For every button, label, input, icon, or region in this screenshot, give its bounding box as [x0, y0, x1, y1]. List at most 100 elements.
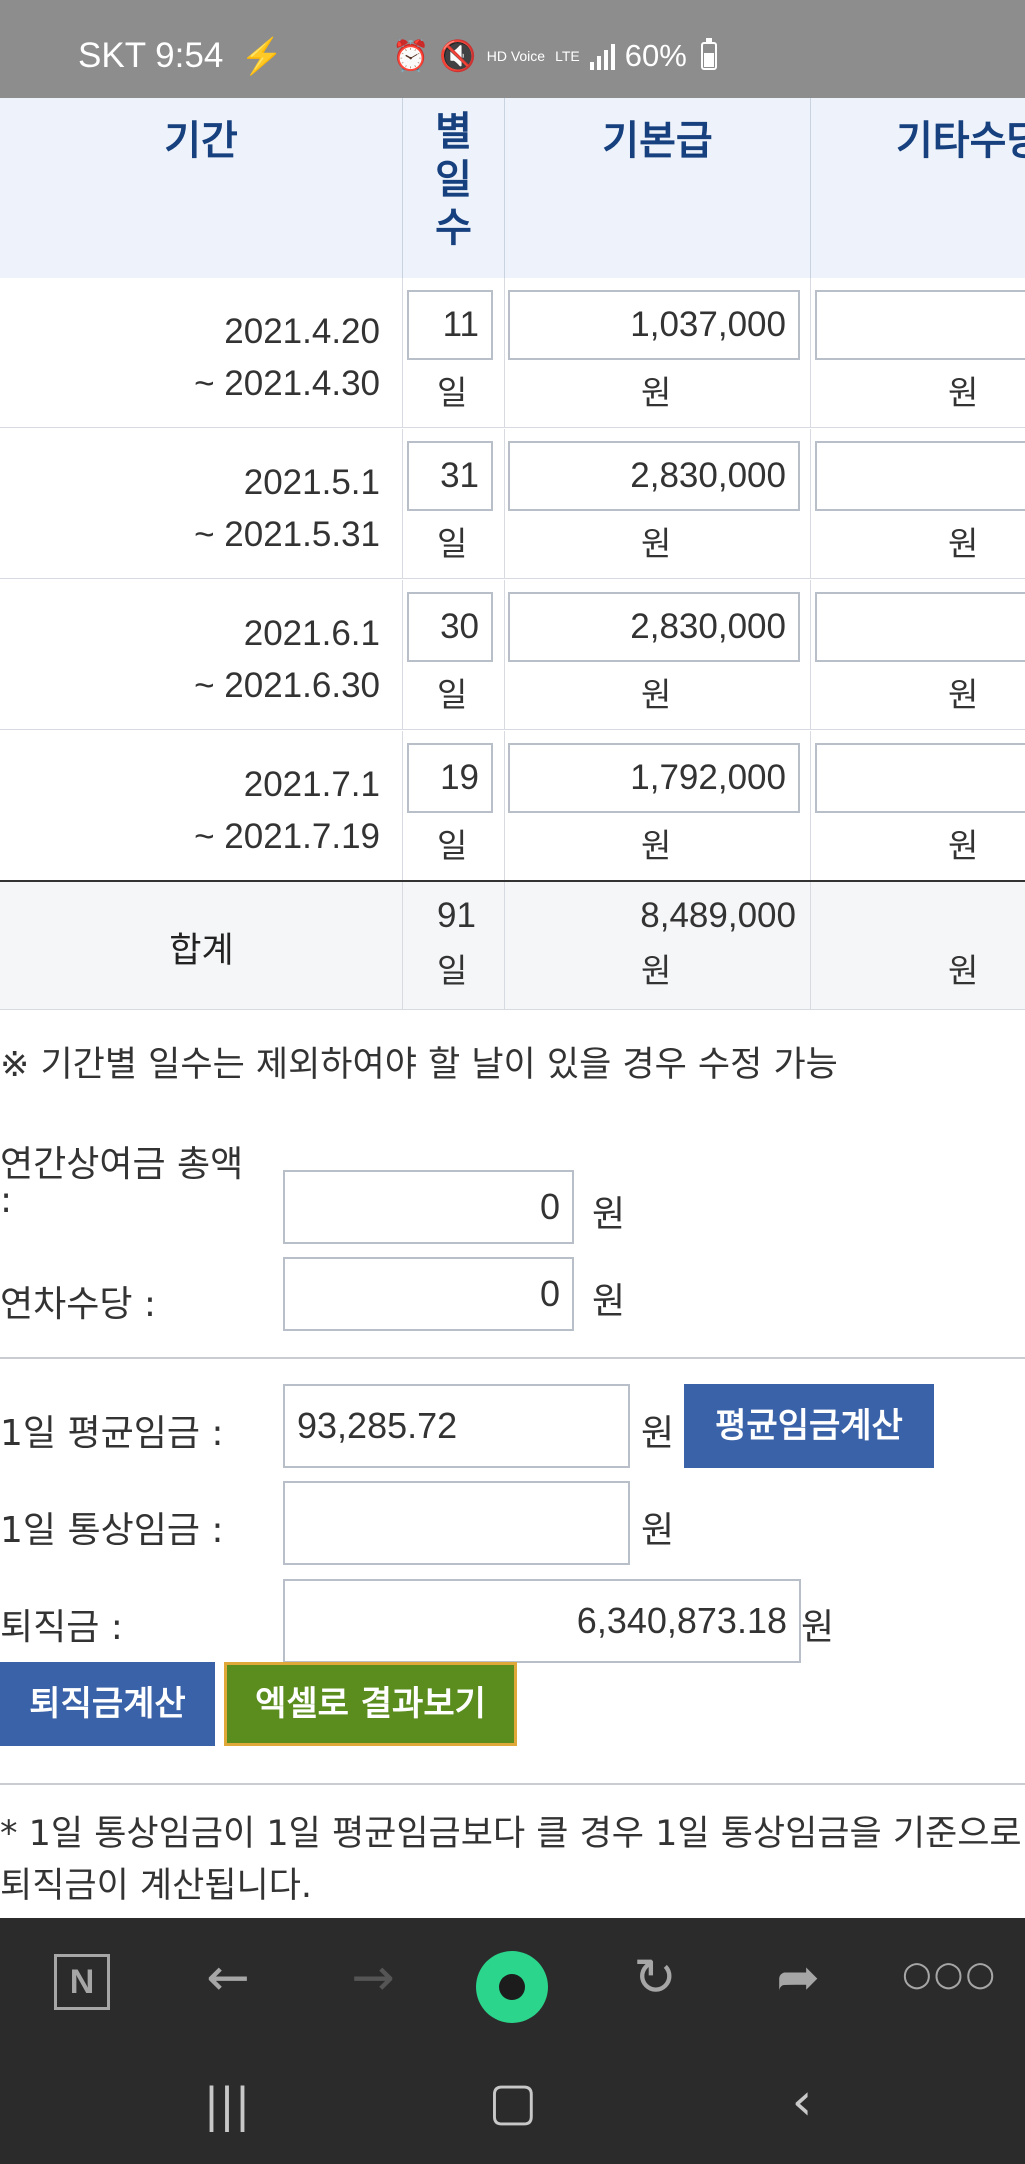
- footnote-line-2: 퇴직금이 계산됩니다.: [0, 1866, 313, 1906]
- base-unit: 원: [641, 524, 672, 563]
- browser-toolbar: N ← → ↻ ➦ ○○○: [0, 1918, 1025, 2048]
- other-unit: 원: [948, 524, 979, 563]
- period-cell: 2021.7.1 ~ 2021.7.19: [0, 731, 403, 881]
- total-other-cell: 원: [811, 882, 1025, 1009]
- severance-unit: 원: [801, 1607, 835, 1648]
- other-allowance-input[interactable]: [815, 592, 1025, 662]
- period-cell: 2021.5.1 ~ 2021.5.31: [0, 429, 403, 578]
- other-cell: 원: [811, 580, 1025, 729]
- period-start: 2021.7.1: [243, 765, 380, 804]
- days-unit: 일: [437, 373, 468, 412]
- nav-back-icon[interactable]: ‹: [752, 2072, 852, 2132]
- days-cell: 19 일: [403, 731, 505, 881]
- base-cell: 1,037,000 원: [505, 278, 811, 427]
- status-bar: SKT 9:54 ⚡ ⏰ 🔇 HD Voice LTE 60%: [0, 0, 1025, 98]
- total-days: 91: [437, 896, 476, 935]
- days-input[interactable]: 11: [407, 290, 493, 360]
- other-allowance-input[interactable]: [815, 290, 1025, 360]
- table-row: 2021.5.1 ~ 2021.5.31 31 일 2,830,000 원 원: [0, 429, 1025, 579]
- battery-percent: 60%: [624, 38, 687, 73]
- period-end: ~ 2021.4.30: [194, 364, 380, 403]
- days-input[interactable]: 31: [407, 441, 493, 511]
- annual-leave-input[interactable]: 0: [283, 1257, 574, 1331]
- excel-result-button[interactable]: 엑셀로 결과보기: [224, 1662, 517, 1746]
- charging-icon: ⚡: [240, 37, 284, 76]
- more-icon[interactable]: ○○○: [902, 1954, 995, 1994]
- period-start: 2021.5.1: [243, 463, 380, 502]
- section-divider: [0, 1357, 1025, 1359]
- wage-table: 기간 별 일 수 기본급 기타수당 2021.4.20 ~ 2021.4.30 …: [0, 98, 1025, 1010]
- other-unit: 원: [948, 373, 979, 412]
- lte-icon: LTE: [555, 48, 580, 64]
- avg-wage-label: 1일 평균임금 :: [0, 1413, 224, 1454]
- days-unit: 일: [437, 826, 468, 865]
- base-unit: 원: [641, 373, 672, 412]
- recent-apps-icon[interactable]: |||: [177, 2078, 277, 2132]
- severance-calc-button[interactable]: 퇴직금계산: [0, 1662, 215, 1746]
- total-base: 8,489,000: [640, 896, 796, 935]
- header-base-pay: 기본급: [505, 98, 811, 278]
- bonus-unit: 원: [592, 1194, 626, 1235]
- alarm-icon: ⏰: [392, 39, 430, 73]
- forward-arrow-icon[interactable]: →: [333, 1948, 413, 2008]
- mute-icon: 🔇: [439, 39, 477, 73]
- naver-home-icon[interactable]: N: [54, 1954, 110, 2010]
- footnote-line-1: * 1일 통상임금이 1일 평균임금보다 클 경우 1일 통상임금을 기준으로: [0, 1814, 1022, 1854]
- total-label: 합계: [169, 931, 234, 971]
- hd-voice-icon: HD Voice: [486, 48, 546, 64]
- period-cell: 2021.6.1 ~ 2021.6.30: [0, 580, 403, 729]
- other-cell: 원: [811, 731, 1025, 881]
- base-pay-input[interactable]: 2,830,000: [508, 592, 800, 662]
- total-days-unit: 일: [437, 951, 468, 990]
- avg-wage-calc-button[interactable]: 평균임금계산: [684, 1384, 934, 1468]
- header-days: 별 일 수: [403, 98, 505, 278]
- back-arrow-icon[interactable]: ←: [188, 1948, 268, 2008]
- home-icon[interactable]: ▢: [463, 2072, 563, 2132]
- other-allowance-input[interactable]: [815, 743, 1025, 813]
- other-unit: 원: [948, 826, 979, 865]
- other-unit: 원: [948, 675, 979, 714]
- status-icons: ⏰ 🔇 HD Voice LTE 60%: [392, 38, 717, 74]
- green-dot-icon[interactable]: [476, 1951, 548, 2023]
- base-pay-input[interactable]: 1,792,000: [508, 743, 800, 813]
- avg-wage-input[interactable]: 93,285.72: [283, 1384, 630, 1468]
- period-start: 2021.4.20: [224, 312, 380, 351]
- severance-output[interactable]: 6,340,873.18: [283, 1579, 801, 1663]
- ordinary-wage-input[interactable]: [283, 1481, 630, 1565]
- days-input[interactable]: 30: [407, 592, 493, 662]
- total-label-cell: 합계: [0, 882, 403, 1009]
- days-cell: 31 일: [403, 429, 505, 578]
- ordinary-wage-unit: 원: [641, 1510, 675, 1551]
- total-base-cell: 8,489,000 원: [505, 882, 811, 1009]
- severance-label: 퇴직금 :: [0, 1607, 123, 1648]
- days-input[interactable]: 19: [407, 743, 493, 813]
- days-note: ※ 기간별 일수는 제외하여야 할 날이 있을 경우 수정 가능: [0, 1045, 838, 1085]
- table-row: 2021.6.1 ~ 2021.6.30 30 일 2,830,000 원 원: [0, 580, 1025, 730]
- period-end: ~ 2021.7.19: [194, 817, 380, 856]
- base-pay-input[interactable]: 2,830,000: [508, 441, 800, 511]
- header-other-allowance: 기타수당: [811, 98, 1025, 278]
- bonus-input[interactable]: 0: [283, 1170, 574, 1244]
- avg-wage-unit: 원: [641, 1413, 675, 1454]
- share-icon[interactable]: ➦: [758, 1948, 838, 2008]
- other-cell: 원: [811, 278, 1025, 427]
- period-cell: 2021.4.20 ~ 2021.4.30: [0, 278, 403, 427]
- total-base-unit: 원: [641, 951, 672, 990]
- annual-leave-unit: 원: [592, 1281, 626, 1322]
- total-other-unit: 원: [948, 951, 979, 990]
- table-row: 2021.4.20 ~ 2021.4.30 11 일 1,037,000 원 원: [0, 278, 1025, 428]
- signal-icon: [589, 42, 615, 70]
- base-cell: 2,830,000 원: [505, 580, 811, 729]
- base-pay-input[interactable]: 1,037,000: [508, 290, 800, 360]
- base-unit: 원: [641, 826, 672, 865]
- battery-icon: [700, 38, 717, 70]
- base-cell: 1,792,000 원: [505, 731, 811, 881]
- other-allowance-input[interactable]: [815, 441, 1025, 511]
- days-unit: 일: [437, 675, 468, 714]
- annual-leave-label: 연차수당 :: [0, 1284, 157, 1325]
- bonus-label: 연간상여금 총액: [0, 1144, 244, 1185]
- total-days-cell: 91 일: [403, 882, 505, 1009]
- bonus-label-colon: :: [0, 1180, 13, 1221]
- refresh-icon[interactable]: ↻: [615, 1948, 695, 2008]
- other-cell: 원: [811, 429, 1025, 578]
